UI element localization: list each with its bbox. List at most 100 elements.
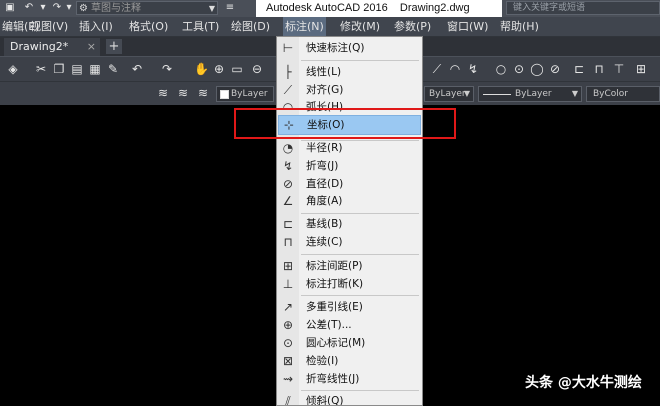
search-input[interactable]: 键入关键字或短语 [506, 1, 660, 15]
circle-icon[interactable]: ○ [494, 62, 508, 76]
continue-icon: ⊓ [283, 235, 293, 249]
menu-draw[interactable]: 绘图(D) [229, 17, 272, 36]
tab-drawing2[interactable]: Drawing2* × [4, 38, 100, 56]
menu-item-label: 多重引线(E) [306, 301, 363, 313]
linetype-value: ByLayer [429, 89, 466, 99]
menu-parametric[interactable]: 参数(P) [392, 17, 433, 36]
new-tab-button[interactable]: + [106, 39, 122, 54]
continue-icon[interactable]: ⊓ [592, 62, 606, 76]
close-icon[interactable]: × [87, 38, 96, 56]
title-bar: ▣ ↶ ▾ ↷ ▾ ⚙ 草图与注释 ▼ ≡ Autodesk AutoCAD 2… [0, 0, 660, 17]
menu-item-label: 线性(L) [306, 66, 342, 78]
workspace-value: 草图与注释 [91, 3, 141, 14]
menu-item-label: 圆心标记(M) [306, 337, 366, 349]
copy-icon[interactable]: ❐ [52, 62, 66, 76]
menu-item-continue[interactable]: ⊓ 连续(C) [278, 233, 421, 251]
menu-item-label: 角度(A) [306, 195, 343, 207]
cut-icon[interactable]: ✂ [34, 62, 48, 76]
tolerance-icon[interactable]: ⊞ [634, 62, 648, 76]
menu-item-label: 直径(D) [306, 178, 344, 190]
color-control[interactable]: ByLayer [216, 86, 274, 102]
menu-item-dim-break[interactable]: ⊥ 标注打断(K) [278, 275, 421, 293]
jogged-icon: ↯ [282, 159, 294, 173]
clipboard-icon[interactable]: ▦ [88, 62, 102, 76]
tolerance-icon: ⊕ [282, 318, 294, 332]
menu-modify[interactable]: 修改(M) [338, 17, 382, 36]
menu-item-label: 基线(B) [306, 218, 343, 230]
menu-item-dim-space[interactable]: ⊞ 标注间距(P) [278, 257, 421, 275]
undo-icon[interactable]: ↶ [130, 62, 144, 76]
watermark: 头条 @大水牛测绘 [525, 375, 642, 391]
menu-item-multileader[interactable]: ↗ 多重引线(E) [278, 298, 421, 316]
menu-item-label: 对齐(G) [306, 84, 344, 96]
menu-tools[interactable]: 工具(T) [180, 17, 221, 36]
menu-item-label: 检验(I) [306, 355, 339, 367]
layer-state-icon[interactable]: ≋ [196, 86, 210, 100]
layer-icon[interactable]: ≋ [156, 86, 170, 100]
redo-dropdown-icon[interactable]: ▾ [64, 1, 74, 15]
zoom-previous-icon[interactable]: ⊖ [250, 62, 264, 76]
menu-item-baseline[interactable]: ⊏ 基线(B) [278, 215, 421, 233]
center-icon[interactable]: ⊙ [512, 62, 526, 76]
lineweight-value: ByLayer [515, 89, 552, 99]
qat-expand-icon[interactable]: ≡ [224, 1, 236, 15]
menu-item-label: 倾斜(Q) [306, 395, 344, 406]
menu-item-diameter[interactable]: ⊘ 直径(D) [278, 175, 421, 193]
lineweight-control[interactable]: ByLayer ▼ [478, 86, 582, 102]
menu-item-radius[interactable]: ◔ 半径(R) [278, 139, 421, 157]
menu-item-quick-dimension[interactable]: ⊢ 快速标注(Q) [278, 39, 421, 57]
menu-item-inspection[interactable]: ⊠ 检验(I) [278, 352, 421, 370]
open-icon[interactable]: ▣ [2, 1, 18, 15]
menu-format[interactable]: 格式(O) [127, 17, 170, 36]
diameter-icon[interactable]: ⊘ [548, 62, 562, 76]
menu-item-oblique[interactable]: ⫽ 倾斜(Q) [278, 392, 421, 406]
menu-item-label: 标注打断(K) [306, 278, 364, 290]
tab-label: Drawing2* [10, 40, 69, 53]
menu-item-aligned[interactable]: ⟋ 对齐(G) [278, 81, 421, 99]
menu-item-label: 快速标注(Q) [306, 42, 365, 54]
plotstyle-control[interactable]: ByColor [586, 86, 660, 102]
menu-item-tolerance[interactable]: ⊕ 公差(T)... [278, 316, 421, 334]
baseline-icon[interactable]: ⊏ [572, 62, 586, 76]
menu-item-angular[interactable]: ∠ 角度(A) [278, 192, 421, 210]
layer-prev-icon[interactable]: ≋ [176, 86, 190, 100]
linetype-control[interactable]: ByLayer ▼ [424, 86, 474, 102]
menu-item-label: 标注间距(P) [306, 260, 363, 272]
paste-icon[interactable]: ▤ [70, 62, 84, 76]
menu-window[interactable]: 窗口(W) [445, 17, 490, 36]
ring-icon[interactable]: ◯ [530, 62, 544, 76]
menu-separator [301, 295, 419, 296]
quick-dim-icon[interactable]: ⊤ [612, 62, 626, 76]
redo-icon[interactable]: ↷ [50, 1, 64, 15]
zoom-window-icon[interactable]: ▭ [230, 62, 244, 76]
menu-view[interactable]: 视图(V) [28, 17, 70, 36]
zoom-realtime-icon[interactable]: ⊕ [212, 62, 226, 76]
menu-separator [301, 390, 419, 391]
color-swatch-icon [220, 90, 229, 99]
match-properties-icon[interactable]: ✎ [106, 62, 120, 76]
line-sample-icon [483, 94, 511, 95]
dim-aligned-icon[interactable]: ⟋ [430, 62, 444, 76]
pan-icon[interactable]: ✋ [194, 62, 209, 76]
menu-item-jogged-linear[interactable]: ⇝ 折弯线性(J) [278, 370, 421, 388]
undo-dropdown-icon[interactable]: ▾ [38, 1, 48, 15]
menu-dimension[interactable]: 标注(N) [283, 17, 326, 36]
undo-icon[interactable]: ↶ [22, 1, 36, 15]
dimension-dropdown-menu: ⊢ 快速标注(Q) ├ 线性(L) ⟋ 对齐(G) ◠ 弧长(H) ⊹ 坐标(O… [276, 36, 423, 406]
menu-item-linear[interactable]: ├ 线性(L) [278, 63, 421, 81]
baseline-icon: ⊏ [282, 217, 294, 231]
linear-icon: ├ [284, 65, 292, 79]
menu-item-center-mark[interactable]: ⊙ 圆心标记(M) [278, 334, 421, 352]
dim-arc-icon[interactable]: ◠ [448, 62, 462, 76]
menu-item-jogged[interactable]: ↯ 折弯(J) [278, 157, 421, 175]
redo-icon[interactable]: ↷ [160, 62, 174, 76]
dim-jog-icon[interactable]: ↯ [466, 62, 480, 76]
menu-insert[interactable]: 插入(I) [77, 17, 115, 36]
chevron-down-icon: ▼ [208, 4, 215, 13]
menu-help[interactable]: 帮助(H) [498, 17, 541, 36]
menu-item-label: 公差(T)... [306, 319, 352, 331]
plotstyle-value: ByColor [593, 89, 628, 99]
multileader-icon: ↗ [282, 300, 294, 314]
workspace-select[interactable]: ⚙ 草图与注释 ▼ [76, 1, 218, 15]
new-icon[interactable]: ◈ [6, 62, 20, 76]
